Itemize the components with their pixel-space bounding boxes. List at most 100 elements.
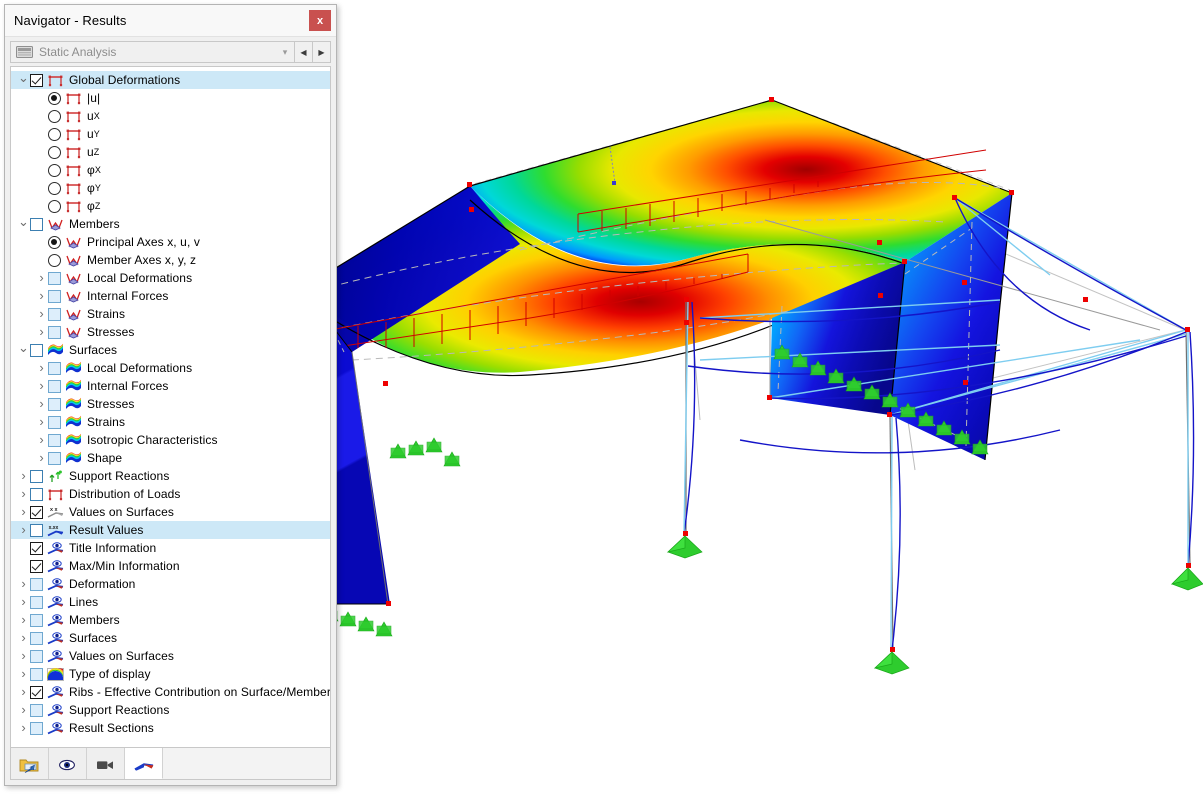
chevron-right-icon[interactable]: › — [17, 575, 30, 593]
checkbox[interactable] — [30, 667, 43, 681]
checkbox[interactable] — [48, 415, 61, 429]
checkbox[interactable] — [30, 685, 43, 699]
tree-row[interactable]: › x x Values on Surfaces — [11, 503, 330, 521]
tree-row[interactable]: ⌄ Surfaces — [11, 341, 330, 359]
chevron-right-icon[interactable]: › — [17, 665, 30, 683]
tree-row[interactable]: Member Axes x, y, z — [11, 251, 330, 269]
next-case-button[interactable]: ▶ — [313, 41, 331, 63]
chevron-right-icon[interactable]: › — [17, 647, 30, 665]
tree-row[interactable]: › Type of display — [11, 665, 330, 683]
checkbox[interactable] — [30, 577, 43, 591]
tree-row[interactable]: φZ — [11, 197, 330, 215]
tree-row[interactable]: › Internal Forces — [11, 287, 330, 305]
tree-row[interactable]: uX — [11, 107, 330, 125]
radio-button[interactable] — [48, 127, 61, 141]
tree-row[interactable]: uY — [11, 125, 330, 143]
analysis-type-combobox[interactable]: Static Analysis ▾ — [10, 41, 295, 63]
chevron-right-icon[interactable]: › — [35, 413, 48, 431]
tree-row[interactable]: ⌄ Members — [11, 215, 330, 233]
chevron-right-icon[interactable]: › — [17, 629, 30, 647]
chevron-right-icon[interactable]: › — [35, 377, 48, 395]
checkbox[interactable] — [30, 595, 43, 609]
project-navigator-tab[interactable] — [11, 748, 49, 779]
chevron-right-icon[interactable]: › — [17, 719, 30, 737]
chevron-right-icon[interactable]: › — [17, 683, 30, 701]
checkbox[interactable] — [30, 541, 43, 555]
chevron-down-icon[interactable]: ▾ — [276, 47, 294, 58]
tree-row[interactable]: › Support Reactions — [11, 701, 330, 719]
chevron-down-icon[interactable]: ⌄ — [17, 341, 30, 356]
tree-row[interactable]: › Ribs - Effective Contribution on Surfac… — [11, 683, 330, 701]
radio-button[interactable] — [48, 163, 61, 177]
results-tree-panel[interactable]: ⌄ Global Deformations |u| uX uY uZ φX φY … — [10, 66, 331, 747]
tree-row[interactable]: › x.xx Result Values — [11, 521, 330, 539]
tree-row[interactable]: uZ — [11, 143, 330, 161]
radio-button[interactable] — [48, 235, 61, 249]
checkbox[interactable] — [48, 271, 61, 285]
checkbox[interactable] — [30, 649, 43, 663]
checkbox[interactable] — [30, 703, 43, 717]
tree-row[interactable]: › Values on Surfaces — [11, 647, 330, 665]
chevron-right-icon[interactable]: › — [35, 395, 48, 413]
tree-row[interactable]: Title Information — [11, 539, 330, 557]
checkbox[interactable] — [48, 433, 61, 447]
chevron-right-icon[interactable]: › — [17, 485, 30, 503]
checkbox[interactable] — [30, 343, 43, 357]
tree-row[interactable]: Max/Min Information — [11, 557, 330, 575]
tree-row[interactable]: › Strains — [11, 413, 330, 431]
tree-row[interactable]: › Local Deformations — [11, 269, 330, 287]
chevron-right-icon[interactable]: › — [35, 305, 48, 323]
tree-row[interactable]: › Surfaces — [11, 629, 330, 647]
tree-row[interactable]: › Strains — [11, 305, 330, 323]
chevron-right-icon[interactable]: › — [17, 701, 30, 719]
tree-row[interactable]: › Stresses — [11, 395, 330, 413]
chevron-right-icon[interactable]: › — [35, 449, 48, 467]
chevron-right-icon[interactable]: › — [35, 269, 48, 287]
checkbox[interactable] — [48, 397, 61, 411]
radio-button[interactable] — [48, 181, 61, 195]
chevron-right-icon[interactable]: › — [17, 611, 30, 629]
display-navigator-tab[interactable] — [49, 748, 87, 779]
radio-button[interactable] — [48, 199, 61, 213]
checkbox[interactable] — [30, 505, 43, 519]
previous-case-button[interactable]: ◀ — [295, 41, 313, 63]
tree-row[interactable]: φX — [11, 161, 330, 179]
tree-row[interactable]: › Distribution of Loads — [11, 485, 330, 503]
results-tree[interactable]: ⌄ Global Deformations |u| uX uY uZ φX φY … — [11, 67, 330, 737]
chevron-right-icon[interactable]: › — [35, 323, 48, 341]
checkbox[interactable] — [48, 325, 61, 339]
checkbox[interactable] — [48, 361, 61, 375]
checkbox[interactable] — [48, 379, 61, 393]
tree-row[interactable]: › Lines — [11, 593, 330, 611]
chevron-right-icon[interactable]: › — [17, 467, 30, 485]
radio-button[interactable] — [48, 145, 61, 159]
chevron-down-icon[interactable]: ⌄ — [17, 215, 30, 230]
chevron-down-icon[interactable]: ⌄ — [17, 71, 30, 86]
chevron-right-icon[interactable]: › — [35, 359, 48, 377]
checkbox[interactable] — [30, 613, 43, 627]
checkbox[interactable] — [30, 523, 43, 537]
checkbox[interactable] — [30, 487, 43, 501]
tree-row[interactable]: › Internal Forces — [11, 377, 330, 395]
checkbox[interactable] — [30, 631, 43, 645]
checkbox[interactable] — [30, 469, 43, 483]
radio-button[interactable] — [48, 109, 61, 123]
checkbox[interactable] — [30, 217, 43, 231]
tree-row[interactable]: › Support Reactions — [11, 467, 330, 485]
chevron-right-icon[interactable]: › — [35, 287, 48, 305]
tree-row[interactable]: ⌄ Global Deformations — [11, 71, 330, 89]
tree-row[interactable]: |u| — [11, 89, 330, 107]
checkbox[interactable] — [30, 721, 43, 735]
radio-button[interactable] — [48, 253, 61, 267]
views-navigator-tab[interactable] — [87, 748, 125, 779]
tree-row[interactable]: › Members — [11, 611, 330, 629]
results-navigator-tab[interactable] — [125, 748, 163, 779]
checkbox[interactable] — [30, 559, 43, 573]
tree-row[interactable]: Principal Axes x, u, v — [11, 233, 330, 251]
tree-row[interactable]: › Shape — [11, 449, 330, 467]
chevron-right-icon[interactable]: › — [17, 503, 30, 521]
navigator-results-window[interactable]: Navigator - Results x Static Analysis ▾ … — [4, 4, 337, 786]
tree-row[interactable]: › Local Deformations — [11, 359, 330, 377]
checkbox[interactable] — [48, 307, 61, 321]
chevron-right-icon[interactable]: › — [17, 593, 30, 611]
